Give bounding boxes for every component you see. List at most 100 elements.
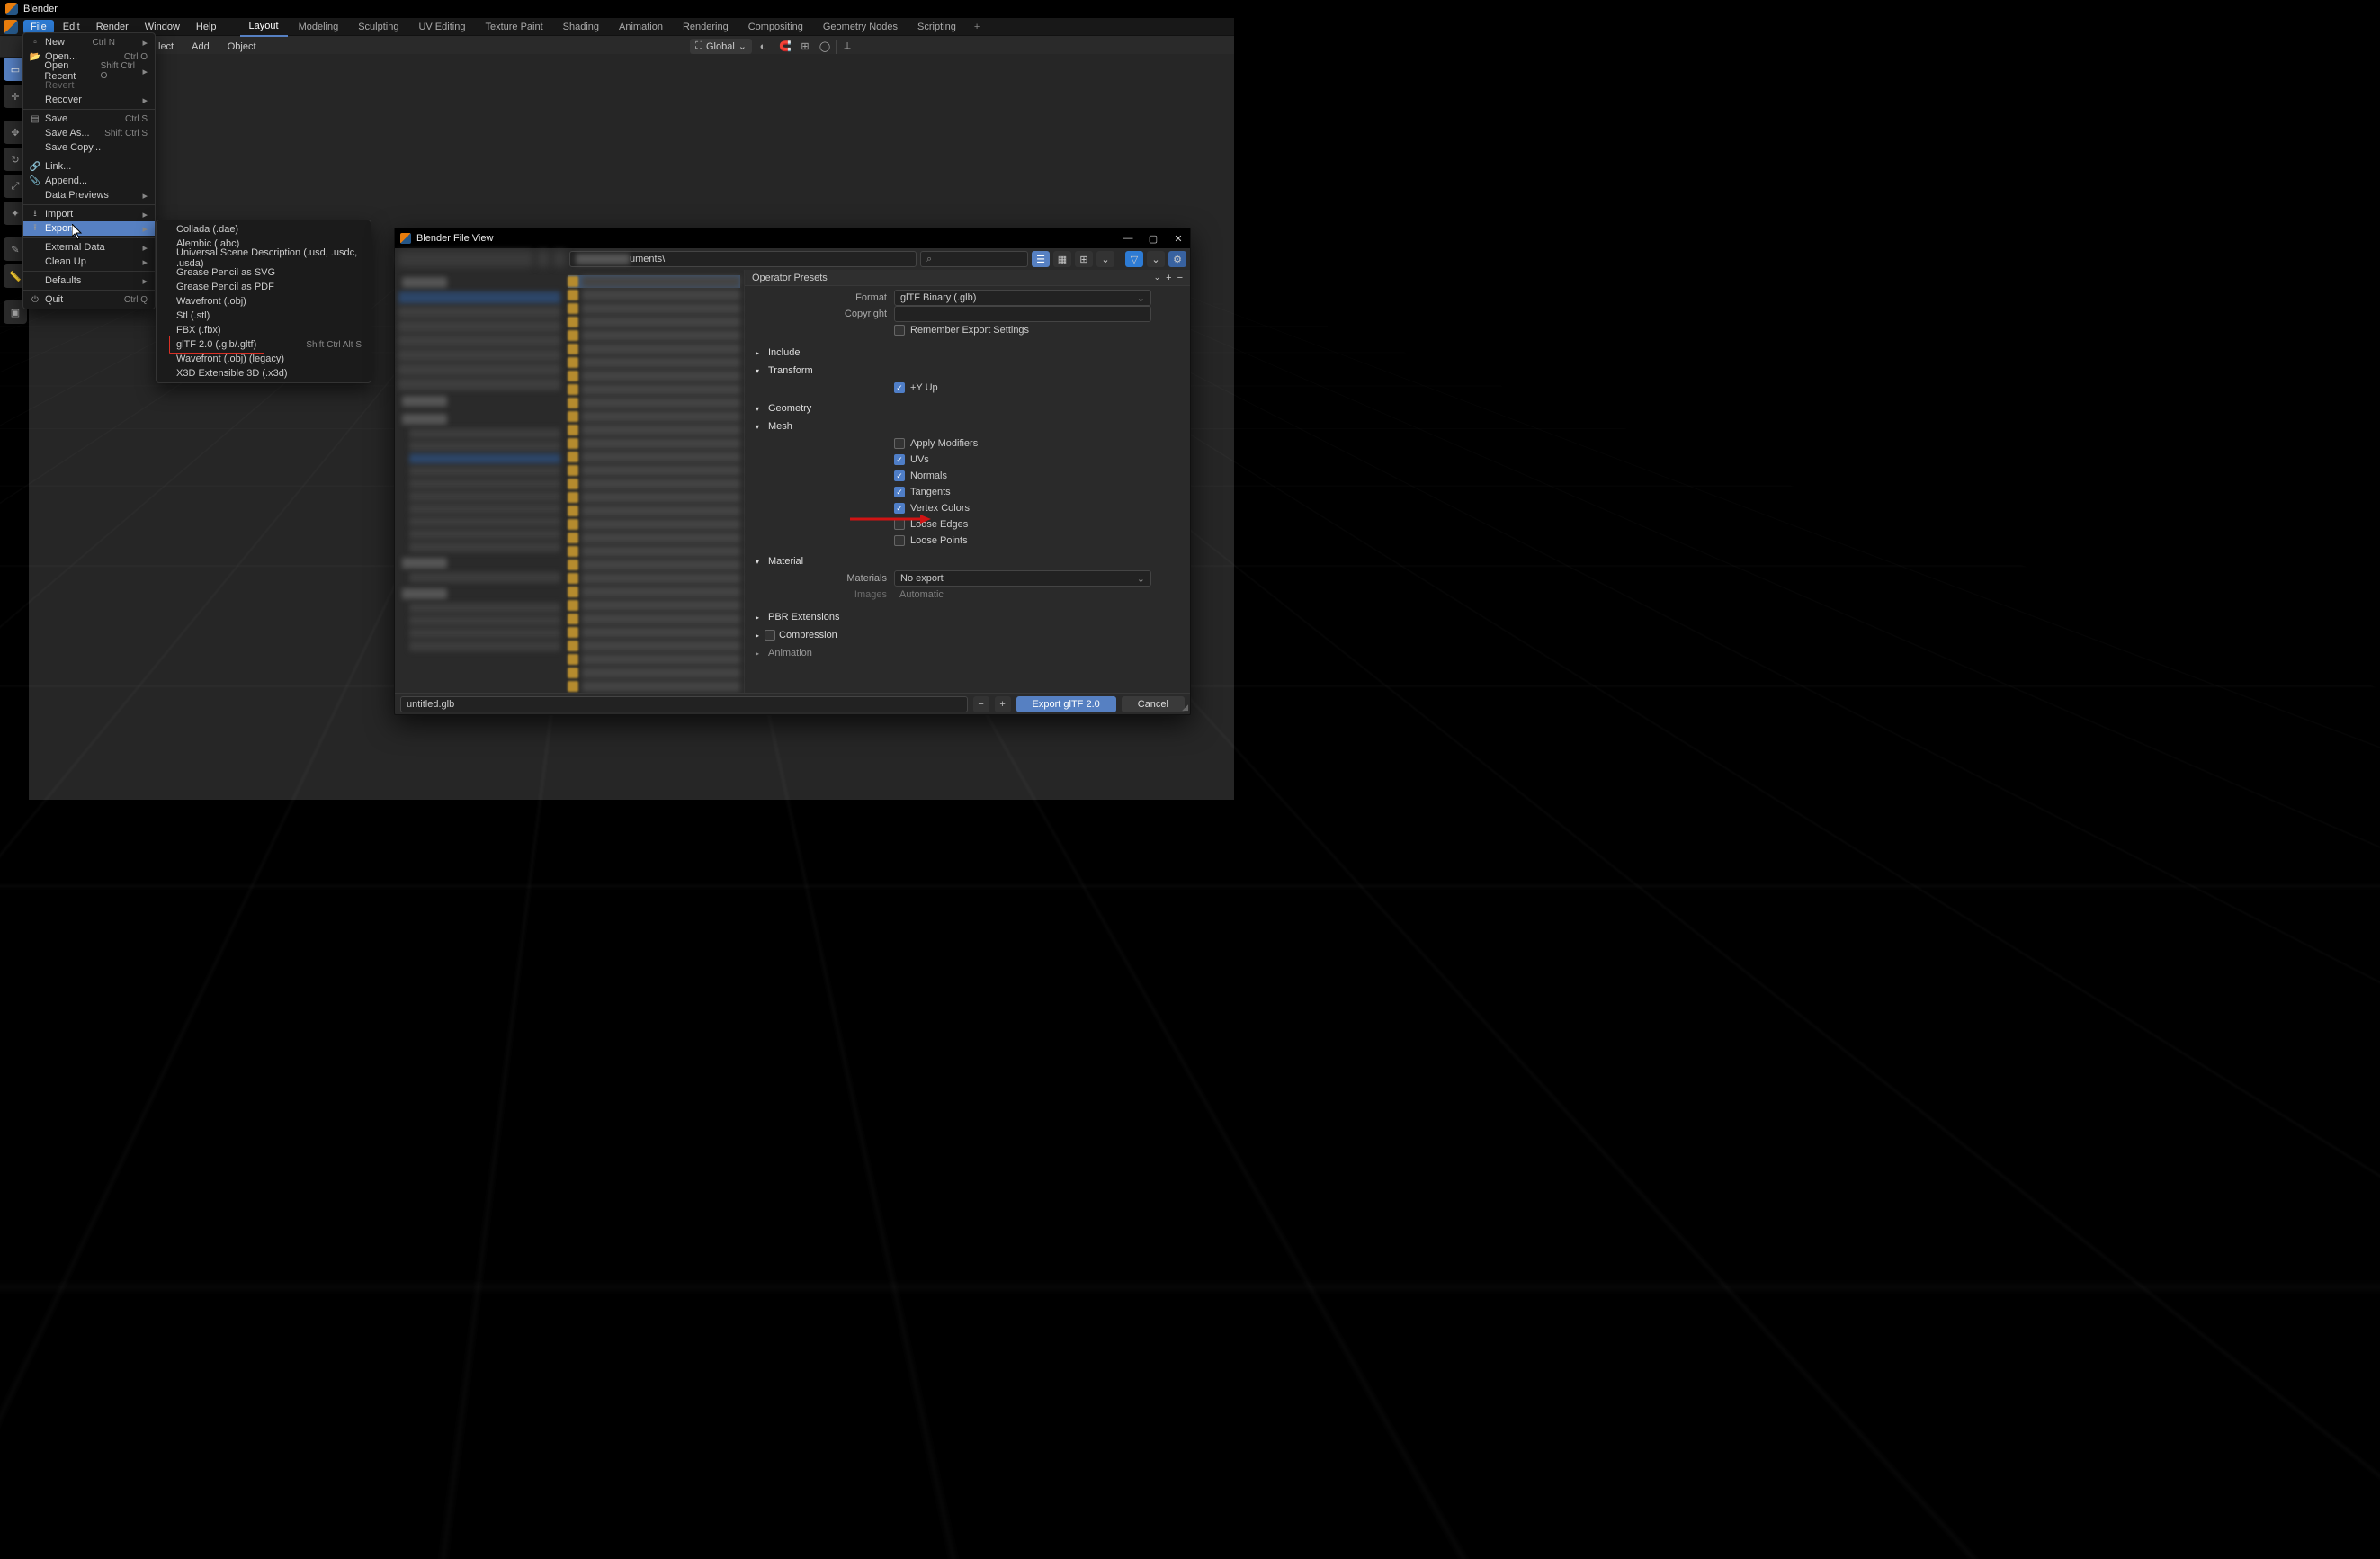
decrement-button[interactable]: − xyxy=(973,696,989,712)
file-row[interactable] xyxy=(568,356,740,369)
blurred-bookmark[interactable] xyxy=(409,491,560,502)
section-mesh[interactable]: ▾Mesh xyxy=(750,417,1185,435)
tab-texture-paint[interactable]: Texture Paint xyxy=(476,18,551,36)
pivot-icon[interactable]: ◐ xyxy=(754,38,772,56)
section-material[interactable]: ▾Material xyxy=(750,552,1185,570)
y-up-checkbox[interactable]: ✓+Y Up xyxy=(894,380,1185,396)
measure-icon[interactable]: ⟂ xyxy=(838,38,856,56)
file-row[interactable] xyxy=(568,397,740,409)
remember-settings-checkbox[interactable]: Remember Export Settings xyxy=(894,322,1185,338)
menu-item-clean-up[interactable]: Clean Up▸ xyxy=(23,255,155,269)
file-row[interactable] xyxy=(568,667,740,679)
export-button[interactable]: Export glTF 2.0 xyxy=(1016,696,1116,712)
blurred-bookmark[interactable] xyxy=(409,516,560,527)
apply-modifiers-checkbox[interactable]: Apply Modifiers xyxy=(894,435,1185,452)
blurred-bookmark[interactable] xyxy=(398,363,560,376)
file-row[interactable] xyxy=(568,437,740,450)
nav-buttons-blurred[interactable] xyxy=(398,251,533,267)
menu-item-defaults[interactable]: Defaults▸ xyxy=(23,273,155,288)
file-row[interactable] xyxy=(568,491,740,504)
header-select[interactable]: lect xyxy=(153,41,179,52)
blurred-bookmark[interactable] xyxy=(398,349,560,362)
copyright-input[interactable] xyxy=(894,306,1151,322)
menu-item-save-copy[interactable]: Save Copy... xyxy=(23,140,155,155)
file-row[interactable] xyxy=(568,572,740,585)
export-usd[interactable]: Universal Scene Description (.usd, .usdc… xyxy=(157,251,371,265)
uvs-checkbox[interactable]: ✓UVs xyxy=(894,452,1185,468)
tab-layout[interactable]: Layout xyxy=(240,17,288,37)
orientation-dropdown[interactable]: ⛶Global⌄ xyxy=(690,39,752,54)
tab-geometry-nodes[interactable]: Geometry Nodes xyxy=(814,18,907,36)
filter-icon[interactable]: ▽ xyxy=(1125,251,1143,267)
menu-item-revert[interactable]: Revert xyxy=(23,78,155,93)
file-row[interactable] xyxy=(568,451,740,463)
menu-item-new[interactable]: ▫NewCtrl N▸ xyxy=(23,35,155,49)
vertex-colors-checkbox[interactable]: ✓Vertex Colors xyxy=(894,500,1185,516)
menu-item-recover[interactable]: Recover▸ xyxy=(23,93,155,107)
menu-item-import[interactable]: ⭳Import▸ xyxy=(23,207,155,221)
section-include[interactable]: ▸Include xyxy=(750,344,1185,362)
file-row[interactable] xyxy=(568,586,740,598)
loose-points-checkbox[interactable]: Loose Points xyxy=(894,533,1185,549)
remove-preset-button[interactable]: − xyxy=(1177,273,1183,283)
operator-presets-label[interactable]: Operator Presets xyxy=(752,273,828,283)
export-gltf[interactable]: glTF 2.0 (.glb/.gltf)Shift Ctrl Alt S xyxy=(157,337,371,352)
menu-item-append[interactable]: 📎Append... xyxy=(23,174,155,188)
tab-compositing[interactable]: Compositing xyxy=(739,18,812,36)
tab-modeling[interactable]: Modeling xyxy=(290,18,348,36)
blurred-bookmark[interactable] xyxy=(409,504,560,515)
section-pbr[interactable]: ▸PBR Extensions xyxy=(750,608,1185,626)
menu-item-open-recent[interactable]: Open RecentShift Ctrl O▸ xyxy=(23,64,155,78)
blurred-bookmark[interactable] xyxy=(398,378,560,390)
cancel-button[interactable]: Cancel xyxy=(1122,696,1185,712)
file-row[interactable] xyxy=(568,478,740,490)
file-row[interactable] xyxy=(568,343,740,355)
file-row[interactable] xyxy=(568,289,740,301)
blurred-bookmark[interactable] xyxy=(409,479,560,489)
menu-item-quit[interactable]: ⏻QuitCtrl Q xyxy=(23,292,155,307)
blurred-bookmark[interactable] xyxy=(409,453,560,464)
file-row[interactable] xyxy=(568,370,740,382)
path-input[interactable]: uments\ xyxy=(569,251,917,267)
tab-animation[interactable]: Animation xyxy=(610,18,672,36)
settings-icon[interactable]: ⚙ xyxy=(1168,251,1186,267)
file-row[interactable] xyxy=(568,329,740,342)
file-row[interactable] xyxy=(568,275,740,288)
file-row[interactable] xyxy=(568,383,740,396)
normals-checkbox[interactable]: ✓Normals xyxy=(894,468,1185,484)
nav-buttons-blurred[interactable] xyxy=(537,251,550,267)
section-geometry[interactable]: ▾Geometry xyxy=(750,399,1185,417)
resize-handle-icon[interactable]: ◢ xyxy=(1182,703,1188,712)
blurred-bookmark[interactable] xyxy=(409,615,560,626)
menu-item-export[interactable]: ⭱Export▸ xyxy=(23,221,155,236)
file-row[interactable] xyxy=(568,613,740,625)
blurred-bookmark[interactable] xyxy=(409,628,560,639)
file-row[interactable] xyxy=(568,424,740,436)
proportional-icon[interactable]: ◯ xyxy=(816,38,834,56)
filename-input[interactable]: untitled.glb xyxy=(400,696,968,712)
chevron-down-icon[interactable]: ⌄ xyxy=(1154,273,1161,282)
view-grid-large-icon[interactable]: ⊞ xyxy=(1075,251,1093,267)
export-collada[interactable]: Collada (.dae) xyxy=(157,222,371,237)
file-row[interactable] xyxy=(568,559,740,571)
tab-scripting[interactable]: Scripting xyxy=(908,18,965,36)
section-animation[interactable]: ▸Animation xyxy=(750,644,1185,662)
menu-item-save-as[interactable]: Save As...Shift Ctrl S xyxy=(23,126,155,140)
minimize-button[interactable]: — xyxy=(1122,233,1134,245)
materials-dropdown[interactable]: No export xyxy=(894,570,1151,587)
file-row[interactable] xyxy=(568,599,740,612)
view-options-dropdown[interactable]: ⌄ xyxy=(1096,251,1114,267)
menu-item-save[interactable]: ▤SaveCtrl S xyxy=(23,112,155,126)
file-row[interactable] xyxy=(568,626,740,639)
close-button[interactable]: ✕ xyxy=(1172,233,1185,245)
file-row[interactable] xyxy=(568,640,740,652)
tab-uv-editing[interactable]: UV Editing xyxy=(409,18,474,36)
view-list-icon[interactable]: ☰ xyxy=(1032,251,1050,267)
filter-dropdown[interactable]: ⌄ xyxy=(1147,251,1165,267)
maximize-button[interactable]: ▢ xyxy=(1147,233,1159,245)
section-transform[interactable]: ▾Transform xyxy=(750,362,1185,380)
add-workspace-button[interactable]: + xyxy=(967,22,987,32)
blurred-bookmark[interactable] xyxy=(409,542,560,552)
tab-sculpting[interactable]: Sculpting xyxy=(349,18,407,36)
header-object[interactable]: Object xyxy=(222,41,262,52)
